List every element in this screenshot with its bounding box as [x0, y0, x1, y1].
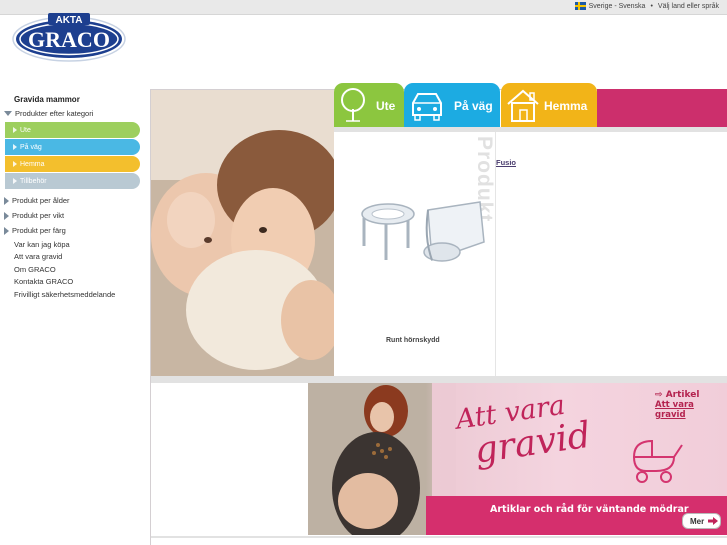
- chevron-right-icon: [13, 178, 17, 184]
- car-icon: [412, 93, 442, 121]
- sidebar-by-color[interactable]: Produkt per färg: [0, 223, 150, 238]
- sidebar-by-weight[interactable]: Produkt per vikt: [0, 208, 150, 223]
- chevron-right-icon: [13, 161, 17, 167]
- pram-icon: [632, 439, 683, 483]
- sidebar-nav: Gravida mammor Produkter efter kategori …: [0, 95, 150, 301]
- tab-ute-label: Ute: [376, 99, 396, 113]
- corner-guard-illustration: [361, 201, 485, 262]
- tab-hemma-label: Hemma: [544, 99, 588, 113]
- logo-brand-text: GRACO: [28, 27, 110, 52]
- sidebar-link-contact[interactable]: Kontakta GRACO: [0, 276, 150, 289]
- sidebar-category-tillbehor[interactable]: Tillbehör: [5, 173, 140, 189]
- tree-icon: [341, 88, 365, 122]
- locale-separator: •: [650, 2, 653, 10]
- arrow-right-icon: [708, 517, 719, 525]
- article-link[interactable]: Att vara gravid: [655, 400, 727, 420]
- product-link-fusio[interactable]: Fusio: [496, 158, 516, 167]
- chevron-down-icon: [4, 110, 12, 116]
- sidebar-category-hemma[interactable]: Hemma: [5, 156, 140, 172]
- locale-text: Sverige - Svenska: [588, 2, 646, 10]
- article-label-text: Artikel: [665, 390, 700, 400]
- pregnant-woman-photo: [308, 383, 432, 535]
- sidebar-by-weight-label: Produkt per vikt: [12, 211, 65, 220]
- sidebar-category-pa-vag[interactable]: På väg: [5, 139, 140, 155]
- sidebar-by-age-label: Produkt per ålder: [12, 196, 70, 205]
- arrow-right-icon: ⇨: [655, 390, 666, 400]
- category-label: På väg: [20, 143, 42, 151]
- hero-children-illustration: [151, 90, 334, 376]
- hero-image: [151, 90, 334, 376]
- sidebar-category-ute[interactable]: Ute: [5, 122, 140, 138]
- more-button[interactable]: Mer: [682, 513, 721, 529]
- logo-top-text: AKTA: [55, 15, 82, 26]
- chevron-right-icon: [4, 226, 9, 235]
- more-button-label: Mer: [690, 516, 705, 526]
- product-label[interactable]: Runt hörnskydd: [386, 337, 440, 344]
- tab-pa-vag[interactable]: På väg: [404, 83, 500, 127]
- banner-subtitle: Artiklar och råd för väntande mödrar: [490, 504, 689, 515]
- tab-hemma[interactable]: Hemma: [501, 83, 597, 127]
- footer-rule: [151, 536, 727, 538]
- change-locale-link[interactable]: Välj land eller språk: [658, 3, 719, 10]
- sidebar-link-about[interactable]: Om GRACO: [0, 263, 150, 276]
- sidebar-link-safety-notice[interactable]: Frivilligt säkerhetsmeddelande: [0, 288, 150, 301]
- pregnant-woman-illustration: [308, 383, 432, 535]
- category-label: Ute: [20, 126, 31, 134]
- graco-logo[interactable]: AKTA GRACO: [10, 10, 128, 65]
- chevron-right-icon: [4, 211, 9, 220]
- house-icon: [507, 89, 539, 122]
- chevron-right-icon: [4, 196, 9, 205]
- product-image-corner-guard[interactable]: [358, 198, 490, 270]
- category-label: Tillbehör: [20, 177, 47, 185]
- sidebar-by-category-label: Produkter efter kategori: [15, 108, 94, 118]
- sidebar-by-age[interactable]: Produkt per ålder: [0, 193, 150, 208]
- sidebar-link-where-to-buy[interactable]: Var kan jag köpa: [0, 238, 150, 251]
- tabs-right-band: [597, 89, 727, 127]
- sidebar-by-category[interactable]: Produkter efter kategori: [0, 107, 150, 119]
- locale-selector: Sverige - Svenska • Välj land eller språ…: [574, 2, 719, 10]
- graco-logo-graphic: AKTA GRACO: [12, 13, 126, 62]
- chevron-right-icon: [13, 127, 17, 133]
- category-label: Hemma: [20, 160, 45, 168]
- article-label: ⇨ Artikel: [655, 390, 699, 400]
- section-divider: [151, 376, 727, 383]
- sidebar-link-pregnancy[interactable]: Att vara gravid: [0, 251, 150, 264]
- chevron-right-icon: [13, 144, 17, 150]
- sidebar-title[interactable]: Gravida mammor: [0, 95, 150, 107]
- sidebar-by-color-label: Produkt per färg: [12, 226, 66, 235]
- tab-ute[interactable]: Ute: [334, 83, 404, 127]
- sweden-flag-icon: [574, 2, 586, 10]
- tab-pa-vag-label: På väg: [454, 99, 493, 113]
- pregnancy-banner[interactable]: ⇨ Artikel Att vara gravid Att vara gravi…: [308, 383, 727, 535]
